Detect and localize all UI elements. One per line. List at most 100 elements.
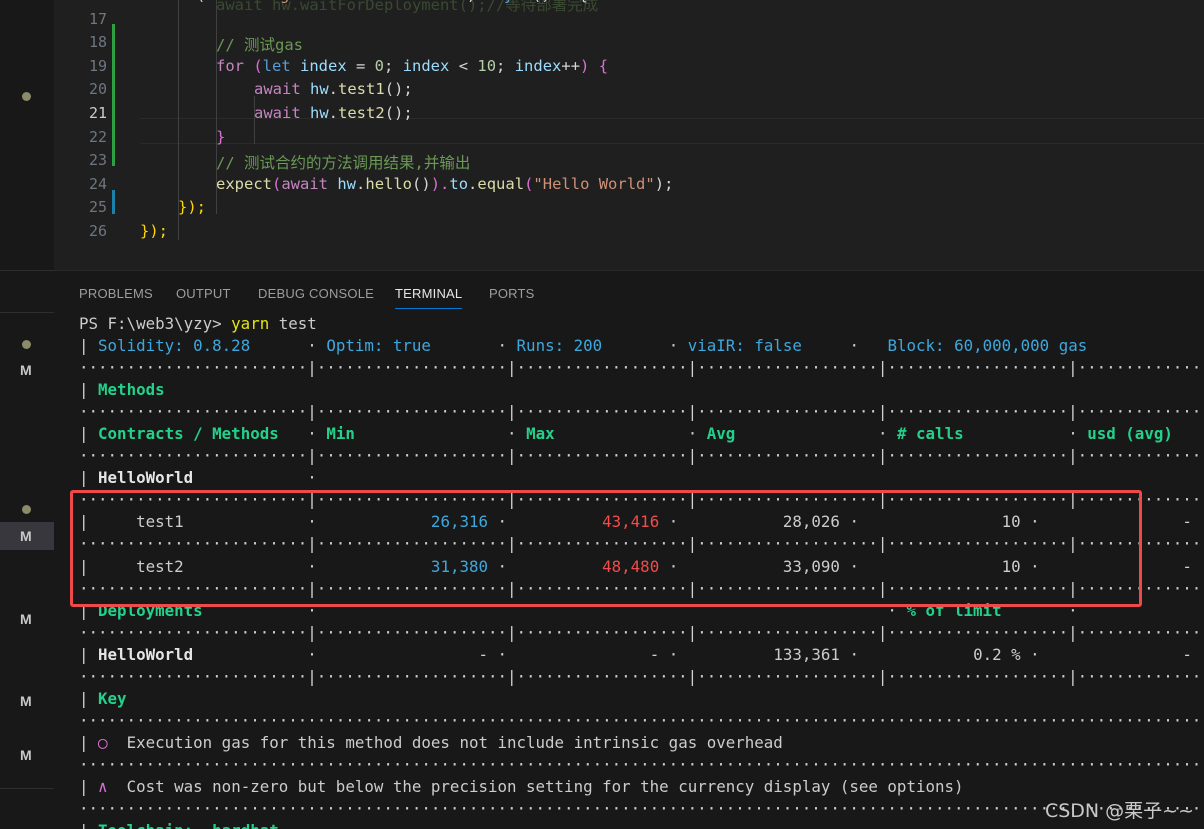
line-number: 19 <box>88 56 107 75</box>
deploy-avg: 133,361 <box>687 645 840 664</box>
line-number: 22 <box>88 127 107 146</box>
code-token: // 测试gas <box>216 36 303 55</box>
code-editor[interactable]: await hw.waitForDeployment();//等待部署完成6 i… <box>54 0 1204 270</box>
code-token: ( <box>244 56 263 75</box>
code-token: ; <box>496 56 515 75</box>
git-modified-marker[interactable]: M <box>20 611 32 627</box>
code-token: hw <box>328 174 357 193</box>
terminal-prompt-line: PS F:\web3\yzy> yarn test <box>79 314 317 336</box>
deploy-min: - <box>326 645 488 664</box>
cell-pad <box>89 468 99 487</box>
code-token: ). <box>430 174 450 193</box>
code-token: "should get the hello world" <box>205 0 466 4</box>
table-divider: ························|···············… <box>79 402 1204 424</box>
git-modified-marker[interactable]: M <box>20 747 32 763</box>
column-header: # calls <box>897 424 1059 443</box>
column-separator: | <box>1192 557 1204 576</box>
key-text: Execution gas for this method does not i… <box>126 733 783 752</box>
code-token: = <box>346 56 375 75</box>
line-number: 26 <box>88 222 107 240</box>
column-separator: · <box>839 645 859 664</box>
cell-pad <box>317 424 327 443</box>
header-row: | Contracts / Methods · Min · Max · Avg … <box>79 424 1204 446</box>
cell-pad <box>317 468 1204 487</box>
code-token: }); <box>140 222 168 240</box>
column-separator: | <box>1192 645 1204 664</box>
modified-dot-icon <box>22 92 31 101</box>
code-token: 10 <box>477 56 497 75</box>
code-line: // 测试合约的方法调用结果,并输出 <box>140 151 470 173</box>
table-divider: ········································… <box>79 799 1204 821</box>
key-item-row: | ◯ Execution gas for this method does n… <box>79 733 783 755</box>
git-modified-marker[interactable]: M <box>20 528 32 544</box>
code-token: ; <box>384 56 403 75</box>
code-token: // 测试合约的方法调用结果,并输出 <box>216 154 471 173</box>
column-separator: · <box>1020 645 1040 664</box>
code-token: ( <box>272 174 282 193</box>
code-token: . <box>328 80 339 99</box>
deploy-max: - <box>516 645 660 664</box>
cell-pad <box>108 777 127 796</box>
panel-tab-bar: PROBLEMS OUTPUT DEBUG CONSOLE TERMINAL P… <box>54 270 1204 313</box>
cell-pad <box>89 380 99 399</box>
key-item-row: | ∧ Cost was non-zero but below the prec… <box>79 777 964 799</box>
key-symbol: ◯ <box>98 733 108 752</box>
line-number: 20 <box>88 80 107 99</box>
column-header: Max <box>526 424 679 443</box>
code-token: . <box>468 174 478 193</box>
code-token: equal <box>477 174 525 193</box>
code-line: for (let index = 0; index < 10; index++)… <box>140 57 608 75</box>
divider <box>0 788 54 789</box>
column-header: Contracts / Methods <box>98 424 298 443</box>
tab-output[interactable]: OUTPUT <box>176 286 231 301</box>
code-line: }); <box>140 222 168 240</box>
toolchain-row: | Toolchain: hardhat <box>79 821 279 829</box>
code-token: await <box>254 104 301 122</box>
divider-dots: ········································… <box>79 711 1204 730</box>
cell-pad <box>89 777 99 796</box>
cell-pad <box>89 689 99 708</box>
code-token: ++ <box>561 56 581 75</box>
code-token: "Hello World" <box>533 174 655 193</box>
key-row: | Key <box>79 689 127 711</box>
code-token: index <box>402 56 450 75</box>
git-change-bar <box>112 24 115 166</box>
cell-pad <box>507 645 517 664</box>
tab-debug-console[interactable]: DEBUG CONSOLE <box>258 286 374 301</box>
divider-dots: ························|···············… <box>79 667 1204 686</box>
command-name: yarn <box>231 314 270 333</box>
tab-problems[interactable]: PROBLEMS <box>79 286 153 301</box>
tab-terminal[interactable]: TERMINAL <box>395 286 463 309</box>
tab-ports[interactable]: PORTS <box>489 286 535 301</box>
config-runs: Runs: 200 <box>516 336 660 355</box>
git-modified-marker[interactable]: M <box>20 693 32 709</box>
column-separator: | <box>79 336 89 355</box>
column-separator: | <box>79 733 89 752</box>
divider-dots: ························|···············… <box>79 623 1204 642</box>
code-token: hw <box>300 80 329 99</box>
column-separator: · <box>297 645 317 664</box>
git-modified-marker[interactable]: M <box>20 362 32 378</box>
cell-pad <box>517 424 527 443</box>
cell-pad <box>89 336 99 355</box>
cell-pad <box>1078 424 1088 443</box>
code-token: for <box>216 56 244 75</box>
column-separator: | <box>79 777 89 796</box>
highlight-box <box>70 490 1142 607</box>
cell-pad <box>697 424 707 443</box>
column-header: usd (avg) <box>1087 424 1173 443</box>
table-divider: ········································… <box>79 711 1204 733</box>
line-number: 23 <box>88 151 107 170</box>
column-separator: · <box>488 336 508 355</box>
section-title-key: Key <box>98 689 127 708</box>
column-separator: · <box>839 336 859 355</box>
config-viair: viaIR: false <box>687 336 840 355</box>
code-token: let <box>262 56 291 75</box>
key-symbol: ∧ <box>98 777 108 796</box>
code-token: test2 <box>338 104 385 122</box>
code-token: ) { <box>580 56 609 75</box>
divider <box>0 312 54 313</box>
line-number: 6 <box>54 0 107 4</box>
prompt: PS F:\web3\yzy> <box>79 314 232 333</box>
column-header: Min <box>326 424 498 443</box>
